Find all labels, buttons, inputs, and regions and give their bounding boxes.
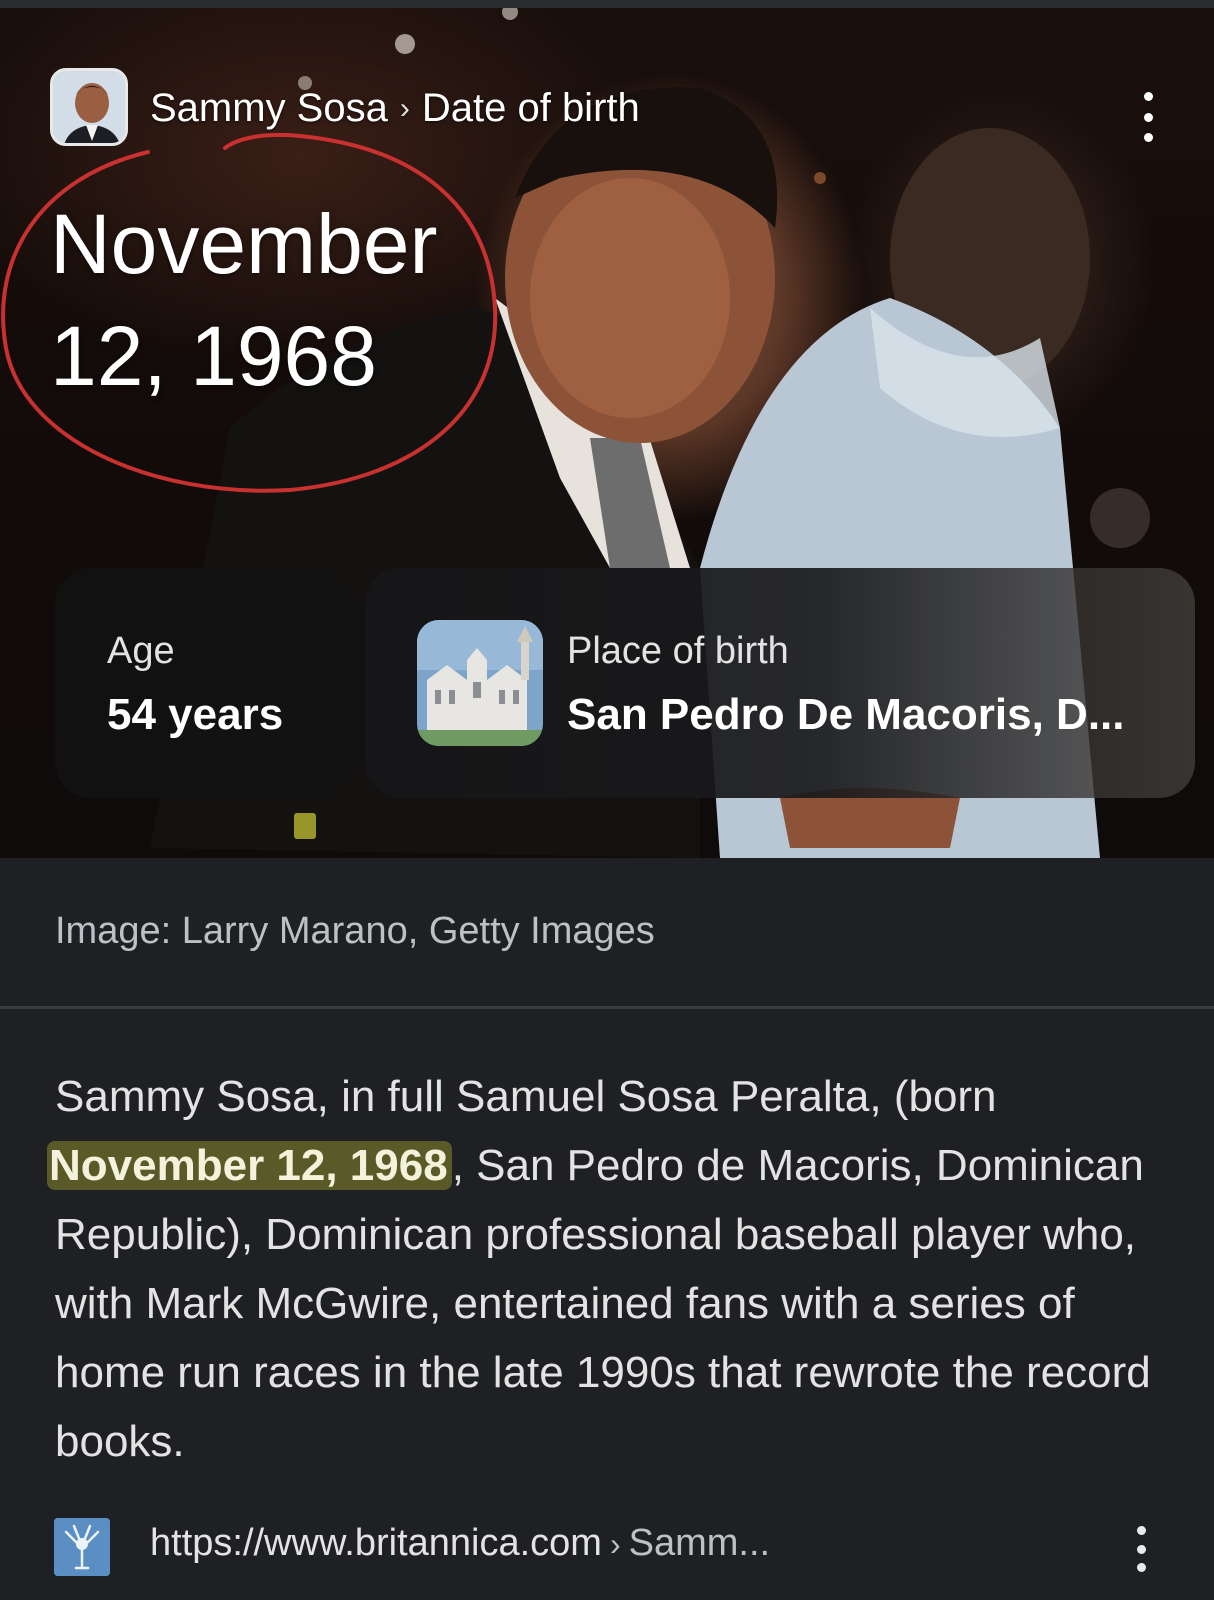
answer-date-line-2: 12, 1968	[50, 309, 377, 403]
section-divider	[0, 1006, 1214, 1009]
description-snippet: Sammy Sosa, in full Samuel Sosa Peralta,…	[47, 1062, 1175, 1476]
source-url-crumb: Samm...	[628, 1522, 771, 1564]
place-of-birth-card[interactable]: Place of birth San Pedro De Macoris, D..…	[365, 568, 1195, 798]
breadcrumb-entity-link[interactable]: Sammy Sosa	[150, 86, 388, 130]
avatar-portrait-icon	[53, 71, 125, 143]
source-url-link[interactable]: https://www.britannica.com › Samm...	[150, 1522, 770, 1565]
source-more-options-icon[interactable]	[1128, 1526, 1154, 1572]
building-photo-icon	[417, 620, 543, 746]
more-options-icon[interactable]	[1134, 92, 1162, 142]
highlighted-date: November 12, 1968	[47, 1141, 452, 1190]
image-credit: Image: Larry Marano, Getty Images	[55, 910, 655, 952]
place-thumbnail	[417, 620, 543, 746]
answer-date-line-1: November	[50, 197, 438, 291]
breadcrumb-separator: ›	[399, 92, 410, 125]
breadcrumb-attribute: Date of birth	[421, 86, 640, 130]
breadcrumb: Sammy Sosa › Date of birth	[150, 86, 640, 131]
entity-avatar[interactable]	[50, 68, 128, 146]
answer-date: November 12, 1968	[50, 188, 520, 412]
age-label: Age	[107, 630, 175, 672]
britannica-thistle-icon[interactable]	[54, 1518, 110, 1576]
description-text-before: Sammy Sosa, in full Samuel Sosa Peralta,…	[55, 1072, 997, 1121]
source-logo-icon	[54, 1518, 110, 1576]
age-value: 54 years	[107, 690, 284, 739]
source-url: https://www.britannica.com	[150, 1522, 602, 1564]
hero-panel: Sammy Sosa › Date of birth November 12, 19…	[0, 8, 1214, 858]
status-strip	[0, 0, 1214, 8]
place-of-birth-value: San Pedro De Macoris, D...	[567, 690, 1125, 739]
age-card[interactable]: Age 54 years	[55, 568, 345, 798]
place-of-birth-label: Place of birth	[567, 630, 789, 672]
tag-marker	[294, 813, 316, 839]
source-url-separator: ›	[609, 1526, 621, 1562]
